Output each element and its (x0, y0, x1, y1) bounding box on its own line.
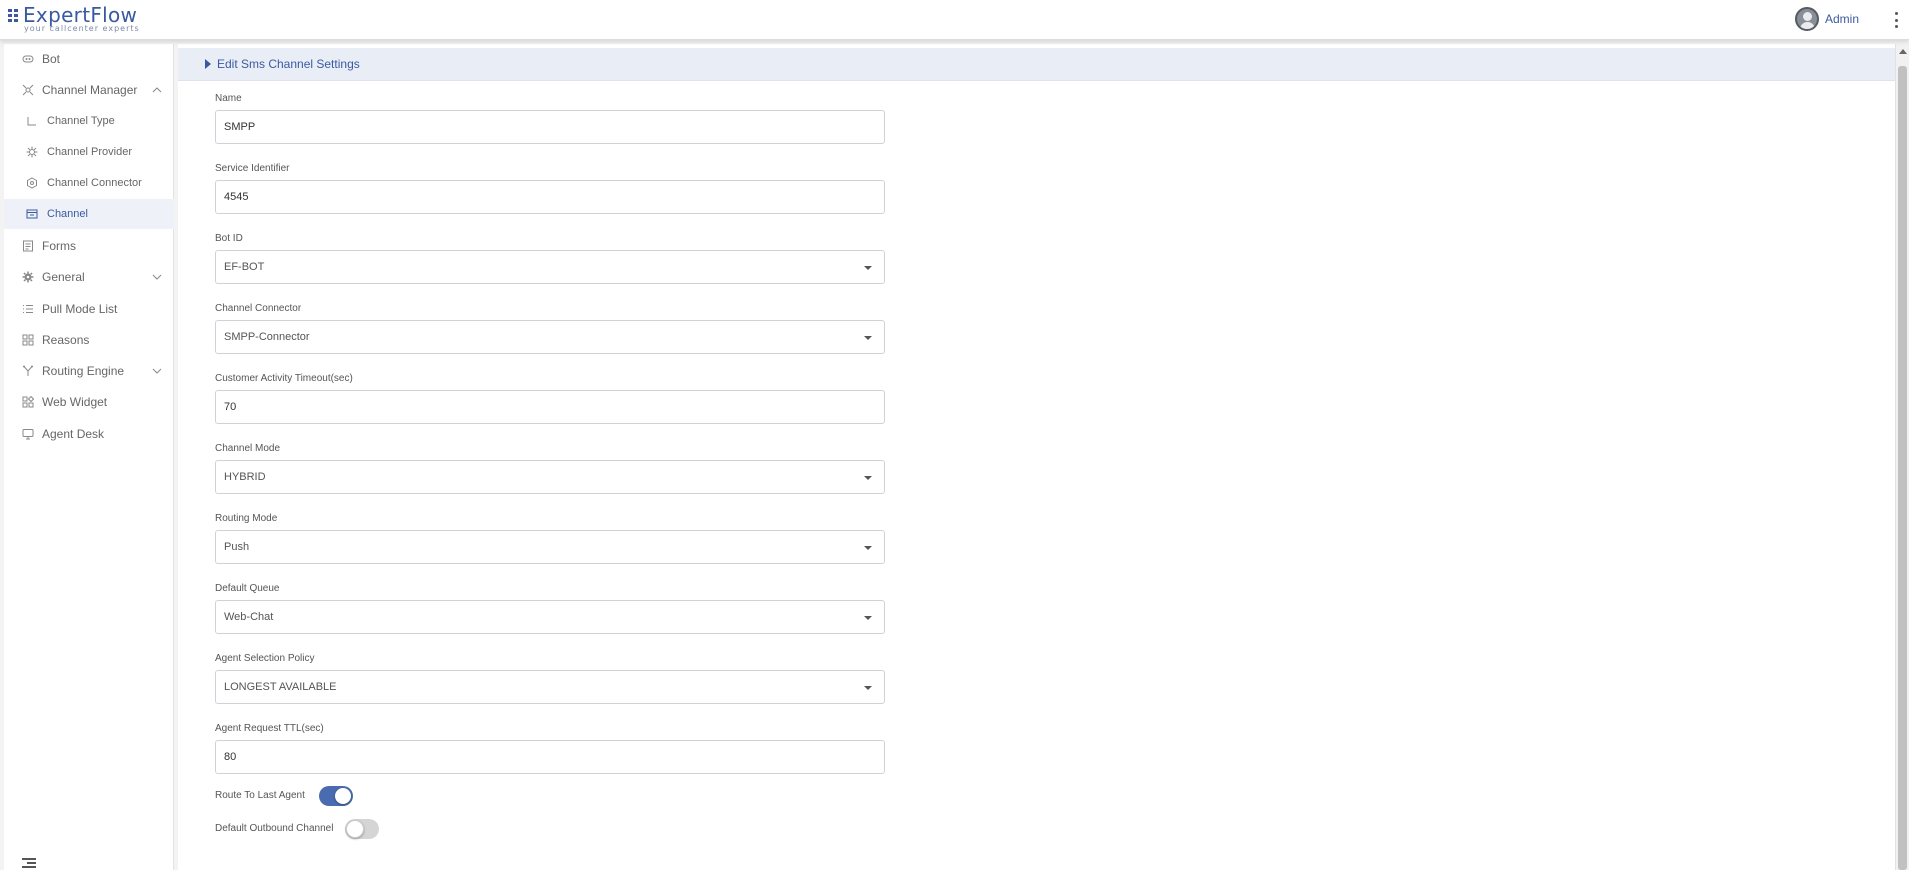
grid-icon (22, 334, 34, 346)
channel-provider-icon (26, 146, 38, 158)
sidebar: Bot Channel Manager Channel Type Channel… (4, 44, 174, 870)
logo-tagline: your callcenter experts (24, 24, 140, 33)
sidebar-item-label: Channel Type (47, 115, 115, 127)
agent-selection-policy-label: Agent Selection Policy (215, 653, 315, 664)
sidebar-item-label: Reasons (42, 333, 90, 347)
bot-id-label: Bot ID (215, 233, 243, 244)
bot-id-value: EF-BOT (224, 261, 265, 273)
top-bar: ExpertFlow your callcenter experts Admin (0, 0, 1909, 40)
dropdown-caret-icon (864, 616, 872, 620)
sidebar-item-agent-desk[interactable]: Agent Desk (4, 419, 174, 449)
channel-connector-value: SMPP-Connector (224, 331, 310, 343)
channel-icon (26, 208, 38, 220)
sidebar-item-routing-engine[interactable]: Routing Engine (4, 356, 174, 386)
caret-right-icon (205, 59, 211, 69)
page-scrollbar[interactable] (1895, 44, 1909, 870)
name-field[interactable]: SMPP (215, 110, 885, 144)
default-queue-value: Web-Chat (224, 611, 274, 623)
user-avatar-icon[interactable] (1794, 7, 1819, 31)
sidebar-item-channel-manager[interactable]: Channel Manager (4, 75, 174, 105)
channel-mode-select[interactable]: HYBRID (215, 460, 885, 494)
dropdown-caret-icon (864, 546, 872, 550)
sidebar-item-label: Bot (42, 52, 61, 66)
sidebar-item-label: Pull Mode List (42, 302, 118, 316)
routing-mode-select[interactable]: Push (215, 530, 885, 564)
chevron-down-icon (152, 366, 162, 376)
sidebar-item-channel[interactable]: Channel (4, 199, 174, 229)
customer-activity-timeout-label: Customer Activity Timeout(sec) (215, 373, 353, 384)
service-identifier-label: Service Identifier (215, 163, 290, 174)
sidebar-item-bot[interactable]: Bot (4, 44, 174, 74)
agent-request-ttl-label: Agent Request TTL(sec) (215, 723, 324, 734)
gear-icon (22, 271, 34, 283)
chevron-up-icon (152, 85, 162, 95)
route-to-last-agent-label: Route To Last Agent (215, 790, 305, 801)
sidebar-item-channel-provider[interactable]: Channel Provider (4, 137, 174, 167)
channel-mode-label: Channel Mode (215, 443, 281, 454)
bot-icon (22, 53, 34, 65)
name-label: Name (215, 93, 242, 104)
sidebar-item-label: Channel Provider (47, 146, 132, 158)
agent-selection-policy-select[interactable]: LONGEST AVAILABLE (215, 670, 885, 704)
panel-title: Edit Sms Channel Settings (217, 57, 360, 71)
route-to-last-agent-row: Route To Last Agent (215, 786, 375, 808)
main-content: Edit Sms Channel Settings Name SMPP Serv… (178, 44, 1895, 870)
user-menu[interactable]: Admin (1794, 6, 1859, 32)
channel-connector-select[interactable]: SMPP-Connector (215, 320, 885, 354)
sidebar-item-label: Web Widget (42, 395, 108, 409)
sidebar-item-general[interactable]: General (4, 262, 174, 292)
logo-grid-icon (8, 9, 20, 22)
channel-connector-icon (26, 177, 38, 189)
routing-mode-value: Push (224, 541, 250, 553)
collapse-menu-icon[interactable] (22, 858, 36, 868)
sidebar-item-pull-mode-list[interactable]: Pull Mode List (4, 294, 174, 324)
chevron-down-icon (152, 272, 162, 282)
sidebar-item-label: Routing Engine (42, 364, 125, 378)
channel-connector-label: Channel Connector (215, 303, 302, 314)
toggle-knob (335, 788, 351, 804)
customer-activity-timeout-field[interactable]: 70 (215, 390, 885, 424)
sidebar-item-reasons[interactable]: Reasons (4, 325, 174, 355)
agent-request-ttl-field[interactable]: 80 (215, 740, 885, 774)
routing-icon (22, 365, 34, 377)
sidebar-item-channel-connector[interactable]: Channel Connector (4, 168, 174, 198)
routing-mode-label: Routing Mode (215, 513, 278, 524)
channel-mode-value: HYBRID (224, 471, 266, 483)
dropdown-caret-icon (864, 336, 872, 340)
sidebar-item-label: General (42, 270, 85, 284)
user-name[interactable]: Admin (1825, 12, 1859, 26)
sidebar-item-label: Forms (42, 239, 76, 253)
default-outbound-channel-row: Default Outbound Channel (215, 819, 395, 841)
dropdown-caret-icon (864, 686, 872, 690)
agent-selection-policy-value: LONGEST AVAILABLE (224, 681, 337, 693)
edit-sms-channel-panel-header[interactable]: Edit Sms Channel Settings (178, 48, 1895, 81)
default-outbound-channel-label: Default Outbound Channel (215, 823, 334, 834)
dropdown-caret-icon (864, 476, 872, 480)
sidebar-item-label: Agent Desk (42, 427, 105, 441)
sidebar-item-forms[interactable]: Forms (4, 231, 174, 261)
kebab-menu-icon[interactable] (1895, 12, 1899, 28)
list-icon (22, 303, 34, 315)
toggle-knob (346, 820, 364, 838)
channel-type-icon (26, 115, 38, 127)
scrollbar-thumb[interactable] (1898, 66, 1907, 870)
default-queue-label: Default Queue (215, 583, 280, 594)
default-outbound-channel-toggle[interactable] (345, 819, 379, 839)
sidebar-item-label: Channel (47, 208, 88, 220)
service-identifier-field[interactable]: 4545 (215, 180, 885, 214)
forms-icon (22, 240, 34, 252)
route-to-last-agent-toggle[interactable] (319, 786, 353, 806)
sidebar-item-web-widget[interactable]: Web Widget (4, 387, 174, 417)
sidebar-item-label: Channel Manager (42, 83, 138, 97)
dropdown-caret-icon (864, 266, 872, 270)
monitor-icon (22, 428, 34, 440)
bot-id-select[interactable]: EF-BOT (215, 250, 885, 284)
default-queue-select[interactable]: Web-Chat (215, 600, 885, 634)
widget-icon (22, 395, 35, 408)
sidebar-item-label: Channel Connector (47, 177, 142, 189)
sidebar-item-channel-type[interactable]: Channel Type (4, 106, 174, 136)
scroll-up-arrow-icon[interactable] (1899, 49, 1907, 54)
channel-manager-icon (22, 84, 34, 96)
